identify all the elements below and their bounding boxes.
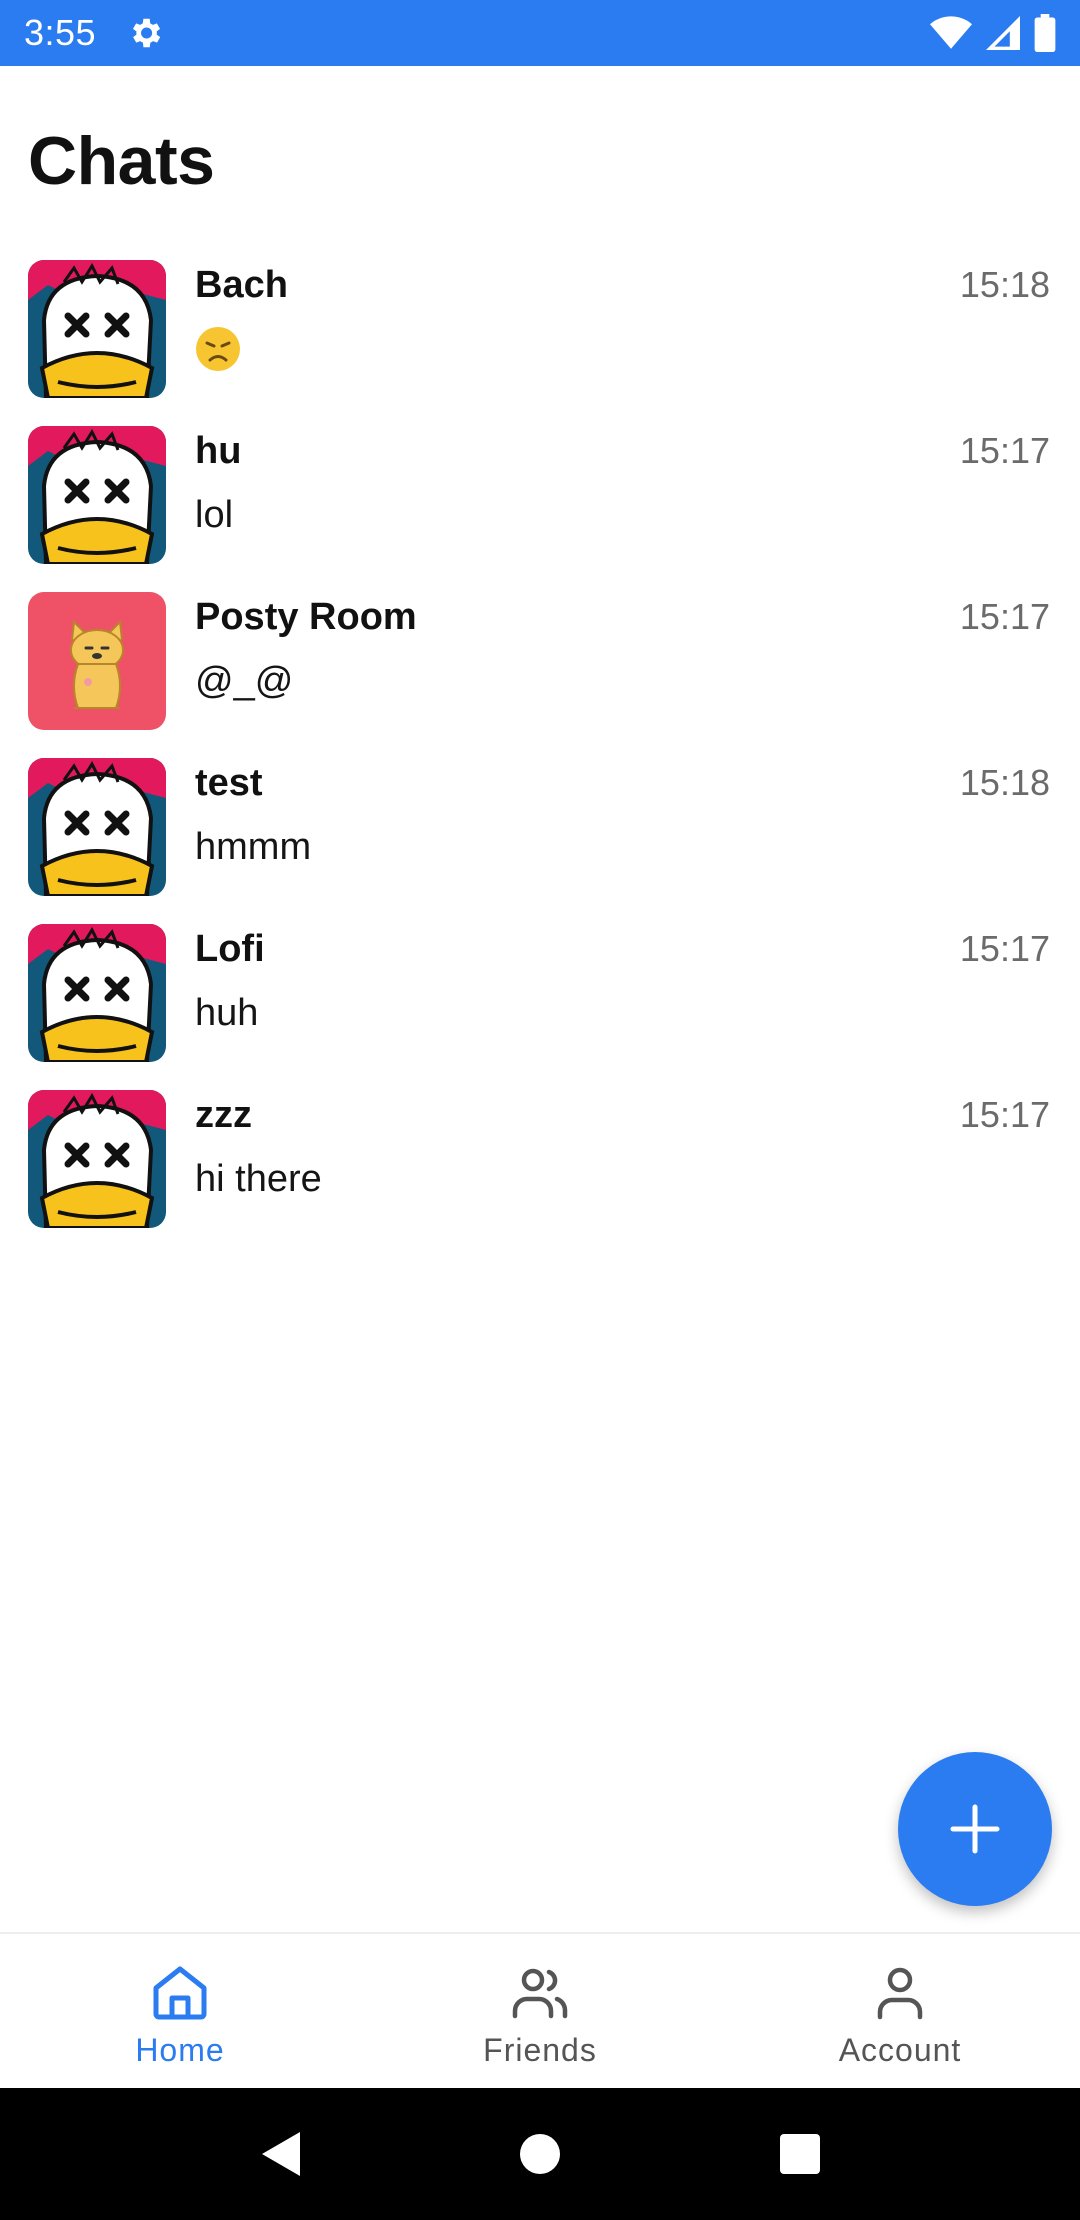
duck-avatar bbox=[28, 260, 166, 398]
status-time: 3:55 bbox=[24, 12, 97, 53]
chat-item-hu[interactable]: hu 15:17 lol bbox=[0, 416, 1080, 582]
chat-time: 15:17 bbox=[959, 596, 1050, 637]
chat-last-message: hmmm bbox=[195, 826, 312, 868]
bottom-nav: Home Friends Account bbox=[0, 1932, 1080, 2088]
dog-avatar bbox=[28, 592, 166, 730]
chat-name: zzz bbox=[195, 1094, 252, 1136]
nav-friends[interactable]: Friends bbox=[360, 1934, 720, 2088]
duck-avatar bbox=[28, 924, 166, 1062]
new-chat-button[interactable] bbox=[898, 1752, 1052, 1906]
chat-item-zzz[interactable]: zzz 15:17 hi there bbox=[0, 1080, 1080, 1246]
chat-time: 15:17 bbox=[959, 1094, 1050, 1135]
duck-avatar bbox=[28, 426, 166, 564]
chat-name: Bach bbox=[195, 264, 288, 306]
nav-label: Account bbox=[838, 2032, 962, 2068]
wifi-icon bbox=[930, 15, 972, 51]
chat-time: 15:17 bbox=[959, 928, 1050, 969]
duck-avatar bbox=[28, 1090, 166, 1228]
chat-last-message: lol bbox=[195, 494, 234, 536]
sad-face-emoji bbox=[196, 327, 240, 371]
nav-home[interactable]: Home bbox=[0, 1934, 360, 2088]
chat-time: 15:18 bbox=[959, 762, 1050, 803]
system-nav-bar bbox=[0, 2088, 1080, 2220]
chat-name: hu bbox=[195, 430, 242, 472]
chat-time: 15:18 bbox=[959, 264, 1050, 305]
friends-icon bbox=[512, 1968, 568, 2019]
recents-icon[interactable] bbox=[760, 2114, 840, 2194]
back-icon[interactable] bbox=[240, 2114, 320, 2194]
nav-account[interactable]: Account bbox=[720, 1934, 1080, 2088]
chat-time: 15:17 bbox=[959, 430, 1050, 471]
chat-last-message: @_@ bbox=[195, 660, 294, 702]
chat-name: Posty Room bbox=[195, 596, 417, 638]
home-circle-icon[interactable] bbox=[500, 2114, 580, 2194]
nav-label: Friends bbox=[483, 2032, 597, 2068]
account-icon bbox=[877, 1967, 923, 2020]
chat-item-test[interactable]: test 15:18 hmmm bbox=[0, 748, 1080, 914]
cellular-signal-icon bbox=[986, 15, 1020, 51]
nav-label: Home bbox=[135, 2032, 225, 2068]
chat-name: test bbox=[195, 762, 263, 804]
chat-item-lofi[interactable]: Lofi 15:17 huh bbox=[0, 914, 1080, 1080]
chat-item-bach[interactable]: Bach 15:18 bbox=[0, 250, 1080, 416]
chat-name: Lofi bbox=[195, 928, 265, 970]
duck-avatar bbox=[28, 758, 166, 896]
chat-last-message: huh bbox=[195, 992, 259, 1034]
status-bar: 3:55 bbox=[0, 0, 1080, 66]
plus-icon bbox=[950, 1804, 1000, 1854]
chat-last-message: hi there bbox=[195, 1158, 322, 1200]
battery-icon bbox=[1034, 14, 1056, 52]
chat-item-posty-room[interactable]: Posty Room 15:17 @_@ bbox=[0, 582, 1080, 748]
page-title: Chats bbox=[28, 123, 215, 199]
gear-icon bbox=[126, 14, 164, 52]
home-icon bbox=[153, 1966, 207, 2020]
chat-list: Bach 15:18 hu 15:17 lol Posty Room 15:17… bbox=[0, 250, 1080, 1246]
